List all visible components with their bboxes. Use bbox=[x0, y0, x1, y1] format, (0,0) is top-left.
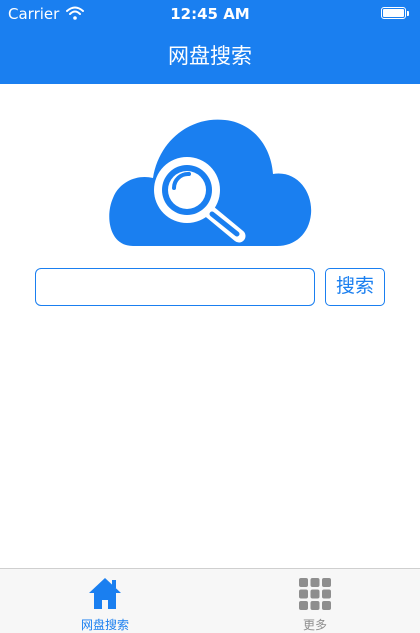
search-button[interactable]: 搜索 bbox=[325, 268, 385, 306]
search-input[interactable] bbox=[35, 268, 315, 306]
tab-more[interactable]: 更多 bbox=[255, 569, 375, 633]
status-bar: Carrier 12:45 AM bbox=[0, 0, 420, 28]
battery-icon bbox=[381, 7, 406, 19]
battery-fill bbox=[383, 9, 404, 17]
home-icon bbox=[89, 578, 121, 609]
cloud-search-icon bbox=[109, 119, 312, 246]
status-time: 12:45 AM bbox=[170, 5, 250, 23]
top-bar: Carrier 12:45 AM 网盘搜索 bbox=[0, 0, 420, 84]
battery-tip bbox=[407, 11, 409, 16]
tab-bar: 网盘搜索 更多 bbox=[0, 568, 420, 633]
page-title: 网盘搜索 bbox=[168, 44, 252, 68]
tab-label: 网盘搜索 bbox=[80, 618, 129, 632]
tab-netdisk-search[interactable]: 网盘搜索 bbox=[45, 569, 165, 633]
tab-label: 更多 bbox=[302, 618, 327, 632]
grid-icon bbox=[299, 578, 331, 610]
